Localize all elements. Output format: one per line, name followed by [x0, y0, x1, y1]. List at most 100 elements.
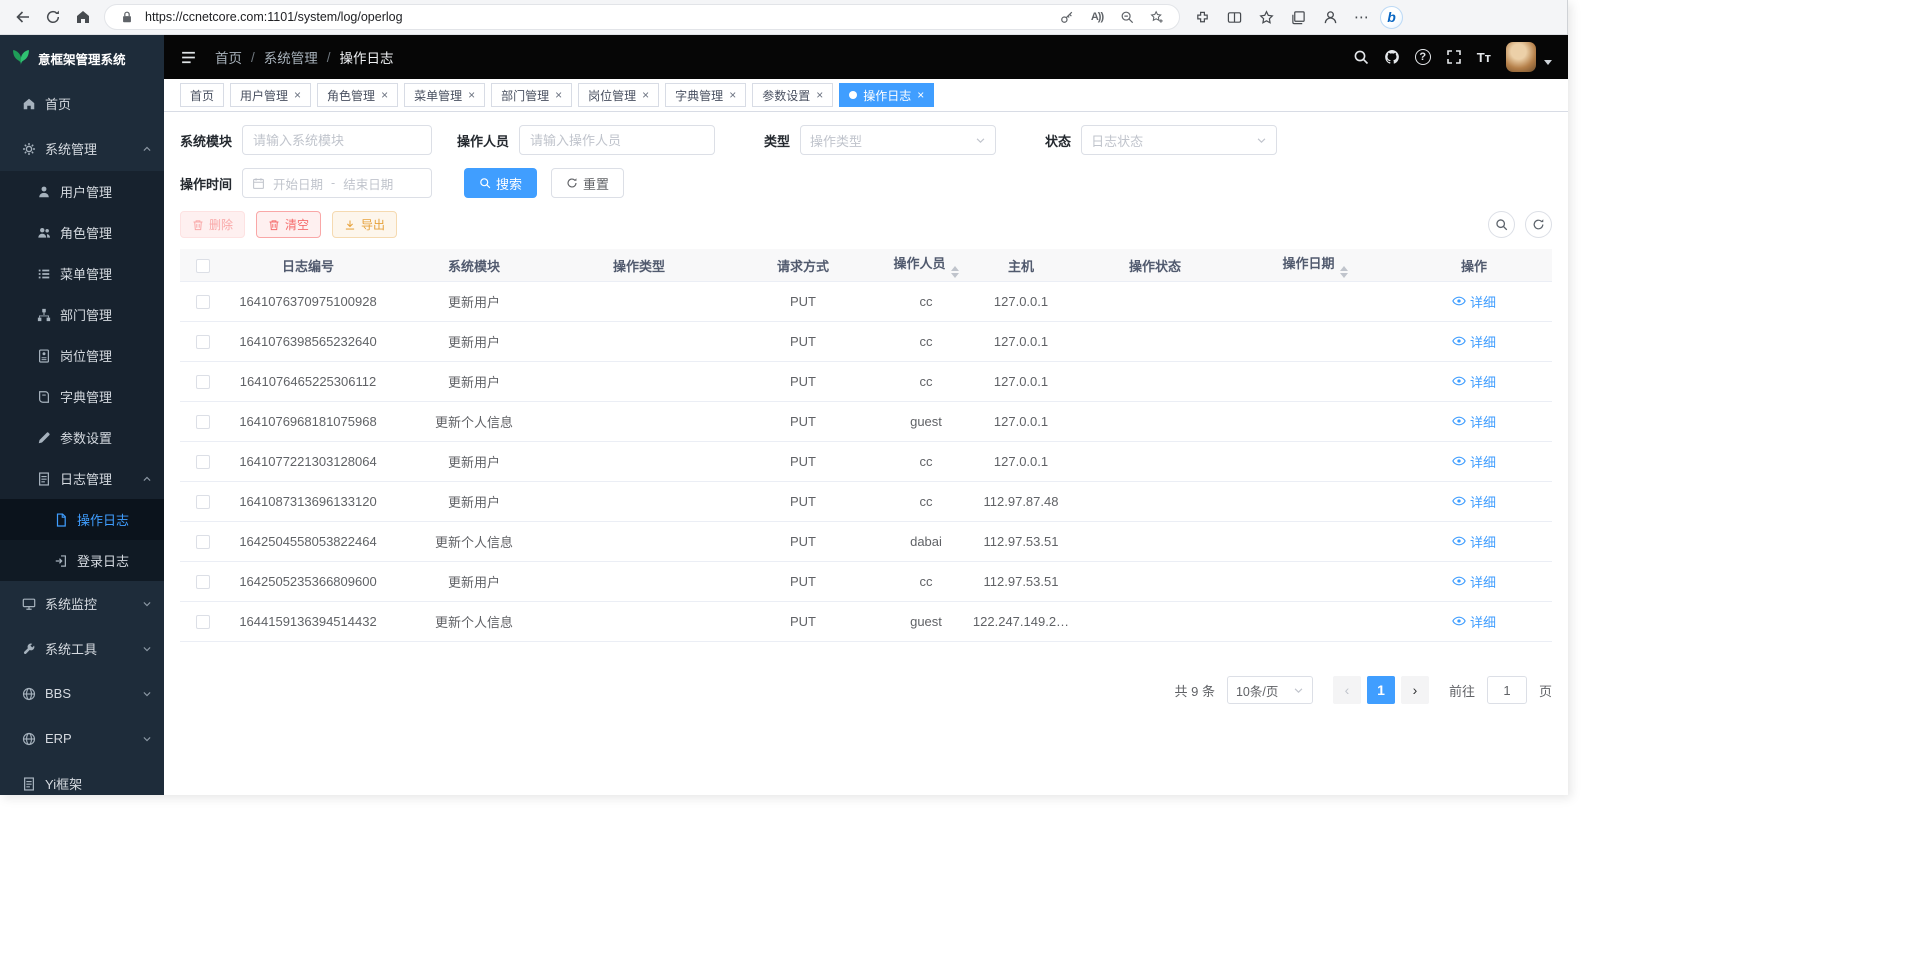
close-icon[interactable]: ×: [381, 89, 388, 101]
sort-icon[interactable]: [1340, 266, 1348, 278]
col-date[interactable]: 操作日期: [1234, 253, 1396, 278]
address-bar[interactable]: https://ccnetcore.com:1101/system/log/op…: [104, 4, 1180, 30]
tab-role-mgmt[interactable]: 角色管理×: [317, 83, 398, 107]
detail-link[interactable]: 详细: [1452, 292, 1496, 311]
row-checkbox[interactable]: [196, 615, 210, 629]
sidebar-item-oper-log[interactable]: 操作日志: [0, 499, 164, 540]
sidebar-item-param-settings[interactable]: 参数设置: [0, 417, 164, 458]
detail-link[interactable]: 详细: [1452, 532, 1496, 551]
sidebar-item-post-mgmt[interactable]: 岗位管理: [0, 335, 164, 376]
goto-page-input[interactable]: [1487, 676, 1527, 704]
more-menu-icon[interactable]: ⋯: [1348, 3, 1376, 31]
breadcrumb-home[interactable]: 首页: [215, 47, 242, 67]
delete-button[interactable]: 删除: [180, 211, 245, 238]
row-checkbox[interactable]: [196, 495, 210, 509]
tab-dict-mgmt[interactable]: 字典管理×: [665, 83, 746, 107]
sidebar-item-log-mgmt[interactable]: 日志管理: [0, 458, 164, 499]
hamburger-icon[interactable]: [180, 49, 197, 66]
breadcrumb-system-mgmt[interactable]: 系统管理: [264, 47, 318, 67]
search-button[interactable]: 搜索: [464, 168, 537, 198]
close-icon[interactable]: ×: [468, 89, 475, 101]
sidebar-item-user-mgmt[interactable]: 用户管理: [0, 171, 164, 212]
sidebar-item-erp[interactable]: ERP: [0, 716, 164, 761]
user-avatar[interactable]: [1506, 42, 1536, 72]
sidebar-item-menu-mgmt[interactable]: 菜单管理: [0, 253, 164, 294]
back-button[interactable]: [8, 3, 38, 31]
favorites-icon[interactable]: [1252, 3, 1280, 31]
sidebar-item-monitor[interactable]: 系统监控: [0, 581, 164, 626]
prev-page-button[interactable]: ‹: [1333, 676, 1361, 704]
lock-icon[interactable]: [115, 6, 139, 28]
tab-oper-log[interactable]: 操作日志×: [839, 83, 934, 107]
page-size-select[interactable]: 10条/页: [1227, 676, 1313, 704]
sidebar-item-system-mgmt[interactable]: 系统管理: [0, 126, 164, 171]
tab-dept-mgmt[interactable]: 部门管理×: [491, 83, 572, 107]
extensions-icon[interactable]: [1188, 3, 1216, 31]
detail-link[interactable]: 详细: [1452, 452, 1496, 471]
close-icon[interactable]: ×: [294, 89, 301, 101]
reset-button[interactable]: 重置: [551, 168, 624, 198]
row-checkbox[interactable]: [196, 575, 210, 589]
row-checkbox[interactable]: [196, 535, 210, 549]
close-icon[interactable]: ×: [816, 89, 823, 101]
close-icon[interactable]: ×: [729, 89, 736, 101]
password-key-icon[interactable]: [1055, 6, 1079, 28]
row-checkbox[interactable]: [196, 415, 210, 429]
close-icon[interactable]: ×: [917, 89, 924, 101]
col-operator[interactable]: 操作人员: [886, 253, 966, 278]
collections-icon[interactable]: [1284, 3, 1312, 31]
close-icon[interactable]: ×: [555, 89, 562, 101]
export-button[interactable]: 导出: [332, 211, 397, 238]
tab-post-mgmt[interactable]: 岗位管理×: [578, 83, 659, 107]
fullscreen-icon[interactable]: [1446, 49, 1462, 65]
sidebar-item-yi-framework[interactable]: Yi框架: [0, 761, 164, 795]
font-size-icon[interactable]: Tт: [1477, 50, 1491, 65]
detail-link[interactable]: 详细: [1452, 372, 1496, 391]
sidebar-item-dict-mgmt[interactable]: 字典管理: [0, 376, 164, 417]
profile-icon[interactable]: [1316, 3, 1344, 31]
tab-param-settings[interactable]: 参数设置×: [752, 83, 833, 107]
zoom-out-icon[interactable]: [1115, 6, 1139, 28]
current-page-button[interactable]: 1: [1367, 676, 1395, 704]
bing-copilot-icon[interactable]: b: [1380, 6, 1403, 29]
close-icon[interactable]: ×: [642, 89, 649, 101]
detail-link[interactable]: 详细: [1452, 612, 1496, 631]
detail-link[interactable]: 详细: [1452, 572, 1496, 591]
sort-icon[interactable]: [951, 266, 959, 278]
search-icon[interactable]: [1353, 49, 1369, 65]
tab-home[interactable]: 首页: [180, 83, 224, 107]
sidebar-item-tools[interactable]: 系统工具: [0, 626, 164, 671]
row-checkbox[interactable]: [196, 455, 210, 469]
sidebar-item-bbs[interactable]: BBS: [0, 671, 164, 716]
date-range-picker[interactable]: 开始日期 - 结束日期: [242, 168, 432, 198]
sidebar-item-home[interactable]: 首页: [0, 81, 164, 126]
row-checkbox[interactable]: [196, 295, 210, 309]
detail-link[interactable]: 详细: [1452, 412, 1496, 431]
add-favorite-icon[interactable]: [1145, 6, 1169, 28]
tab-user-mgmt[interactable]: 用户管理×: [230, 83, 311, 107]
sidebar-item-login-log[interactable]: 登录日志: [0, 540, 164, 581]
row-checkbox[interactable]: [196, 335, 210, 349]
read-aloud-icon[interactable]: A)): [1085, 6, 1109, 28]
app-logo[interactable]: 意框架管理系统: [0, 35, 164, 81]
refresh-table-button[interactable]: [1525, 211, 1552, 238]
select-all-checkbox[interactable]: [196, 259, 210, 273]
reload-button[interactable]: [38, 3, 68, 31]
help-icon[interactable]: ?: [1415, 49, 1431, 65]
sidebar-item-dept-mgmt[interactable]: 部门管理: [0, 294, 164, 335]
detail-link[interactable]: 详细: [1452, 332, 1496, 351]
tab-menu-mgmt[interactable]: 菜单管理×: [404, 83, 485, 107]
split-screen-icon[interactable]: [1220, 3, 1248, 31]
show-search-button[interactable]: [1488, 211, 1515, 238]
row-checkbox[interactable]: [196, 375, 210, 389]
type-select[interactable]: 操作类型: [800, 125, 996, 155]
browser-home-button[interactable]: [68, 3, 98, 31]
sidebar-item-role-mgmt[interactable]: 角色管理: [0, 212, 164, 253]
operator-input[interactable]: [519, 125, 715, 155]
clear-button[interactable]: 清空: [256, 211, 321, 238]
next-page-button[interactable]: ›: [1401, 676, 1429, 704]
detail-link[interactable]: 详细: [1452, 492, 1496, 511]
module-input[interactable]: [242, 125, 432, 155]
url-text[interactable]: https://ccnetcore.com:1101/system/log/op…: [145, 10, 1049, 24]
github-icon[interactable]: [1384, 49, 1400, 65]
